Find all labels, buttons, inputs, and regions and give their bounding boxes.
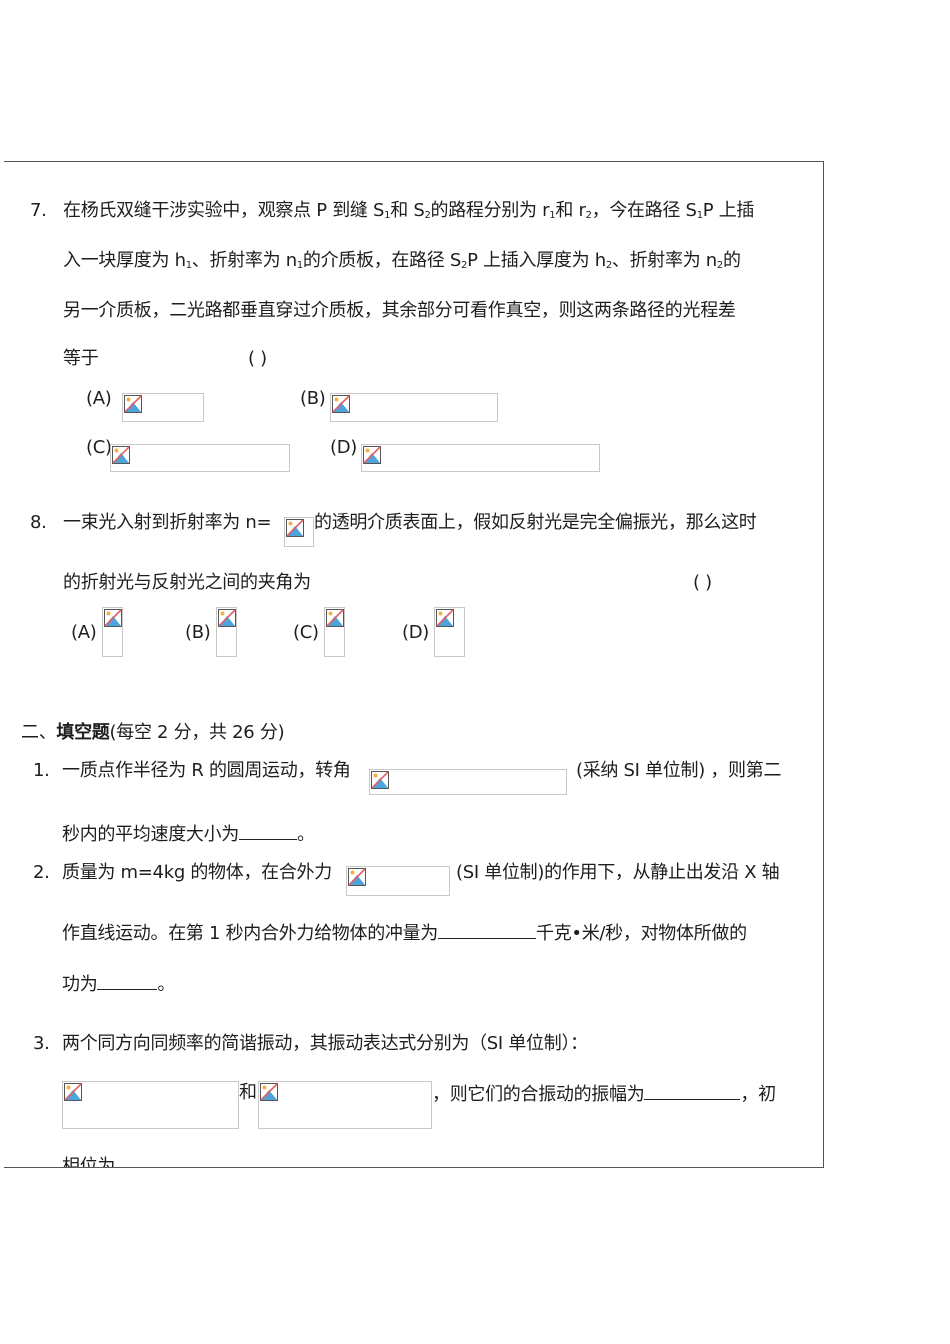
option-a-formula-image bbox=[122, 393, 204, 422]
fill-3-line-3: 相位为 bbox=[62, 1156, 116, 1168]
answer-parentheses: ( ) bbox=[693, 572, 712, 593]
broken-image-icon bbox=[286, 519, 304, 537]
question-7-line-2: 入一块厚度为 h1、折射率为 n1的介质板，在路径 S2P 上插入厚度为 h2、… bbox=[63, 250, 741, 271]
question-8-line-2: 的折射光与反射光之间的夹角为 bbox=[63, 572, 311, 593]
fill-2-line-2: 作直线运动。在第 1 秒内合外力给物体的冲量为 千克•米/秒，对物体所做的 bbox=[62, 920, 747, 946]
broken-image-icon bbox=[124, 395, 142, 413]
broken-image-icon bbox=[326, 609, 344, 627]
question-7-line-3: 另一介质板，二光路都垂直穿过介质板，其余部分可看作真空，则这两条路径的光程差 bbox=[63, 300, 736, 321]
broken-image-icon bbox=[348, 868, 366, 886]
refractive-index-image bbox=[284, 517, 314, 547]
option-b-formula-image bbox=[330, 393, 498, 422]
fill-1-line-1b: (采纳 SI 单位制) ，则第二 bbox=[576, 760, 782, 781]
section-heading: 二、填空题(每空 2 分，共 26 分) bbox=[21, 722, 285, 743]
option-c-formula-image bbox=[324, 607, 345, 657]
fill-3-line-1: 两个同方向同频率的简谐振动，其振动表达式分别为（SI 单位制）： bbox=[62, 1033, 588, 1054]
and-text: 和 bbox=[239, 1082, 257, 1103]
option-a-label: (A) bbox=[86, 388, 112, 409]
question-number: 7. bbox=[30, 200, 47, 221]
broken-image-icon bbox=[64, 1083, 82, 1101]
option-a-formula-image bbox=[102, 607, 123, 657]
option-c-label: (C) bbox=[86, 437, 112, 458]
option-d-formula-image bbox=[361, 444, 600, 472]
option-a-label: (A) bbox=[71, 622, 97, 643]
broken-image-icon bbox=[332, 395, 350, 413]
answer-parentheses: ( ) bbox=[248, 348, 267, 369]
force-formula-image bbox=[346, 866, 450, 896]
broken-image-icon bbox=[112, 446, 130, 464]
oscillation-2-formula-image bbox=[258, 1081, 432, 1129]
fill-1-line-1a: 一质点作半径为 R 的圆周运动，转角 bbox=[62, 760, 351, 781]
fill-2-line-1a: 质量为 m=4kg 的物体，在合外力 bbox=[62, 862, 332, 883]
option-b-formula-image bbox=[216, 607, 237, 657]
fill-2-line-3: 功为。 bbox=[62, 971, 175, 997]
fill-1-line-2: 秒内的平均速度大小为。 bbox=[62, 821, 315, 847]
option-d-label: (D) bbox=[330, 437, 358, 458]
document-page: 7. 在杨氏双缝干涉实验中，观察点 P 到缝 S1和 S2的路程分别为 r1和 … bbox=[4, 161, 824, 1168]
rotation-angle-formula-image bbox=[369, 769, 567, 795]
question-8-line-1b: 的透明介质表面上，假如反射光是完全偏振光，那么这时 bbox=[314, 512, 757, 533]
option-b-label: (B) bbox=[185, 622, 211, 643]
option-c-formula-image bbox=[110, 444, 290, 472]
broken-image-icon bbox=[104, 609, 122, 627]
broken-image-icon bbox=[371, 771, 389, 789]
question-number: 3. bbox=[33, 1033, 50, 1054]
broken-image-icon bbox=[260, 1083, 278, 1101]
answer-blank[interactable] bbox=[438, 920, 536, 939]
broken-image-icon bbox=[363, 446, 381, 464]
broken-image-icon bbox=[436, 609, 454, 627]
answer-blank[interactable] bbox=[644, 1081, 741, 1100]
question-7-line-4: 等于 bbox=[63, 348, 99, 369]
fill-3-line-2: ，则它们的合振动的振幅为 ，初 bbox=[432, 1081, 776, 1107]
question-number: 1. bbox=[33, 760, 50, 781]
question-7-line-1: 在杨氏双缝干涉实验中，观察点 P 到缝 S1和 S2的路程分别为 r1和 r2，… bbox=[63, 200, 755, 221]
question-number: 8. bbox=[30, 512, 47, 533]
fill-2-line-1b: (SI 单位制)的作用下，从静止出发沿 X 轴 bbox=[456, 862, 780, 883]
option-b-label: (B) bbox=[300, 388, 326, 409]
question-8-line-1a: 一束光入射到折射率为 n= bbox=[63, 512, 272, 533]
answer-blank[interactable] bbox=[239, 821, 297, 840]
oscillation-1-formula-image bbox=[62, 1081, 239, 1129]
option-d-label: (D) bbox=[402, 622, 430, 643]
option-d-formula-image bbox=[434, 607, 465, 657]
answer-blank[interactable] bbox=[97, 971, 158, 990]
broken-image-icon bbox=[218, 609, 236, 627]
option-c-label: (C) bbox=[293, 622, 319, 643]
question-number: 2. bbox=[33, 862, 50, 883]
